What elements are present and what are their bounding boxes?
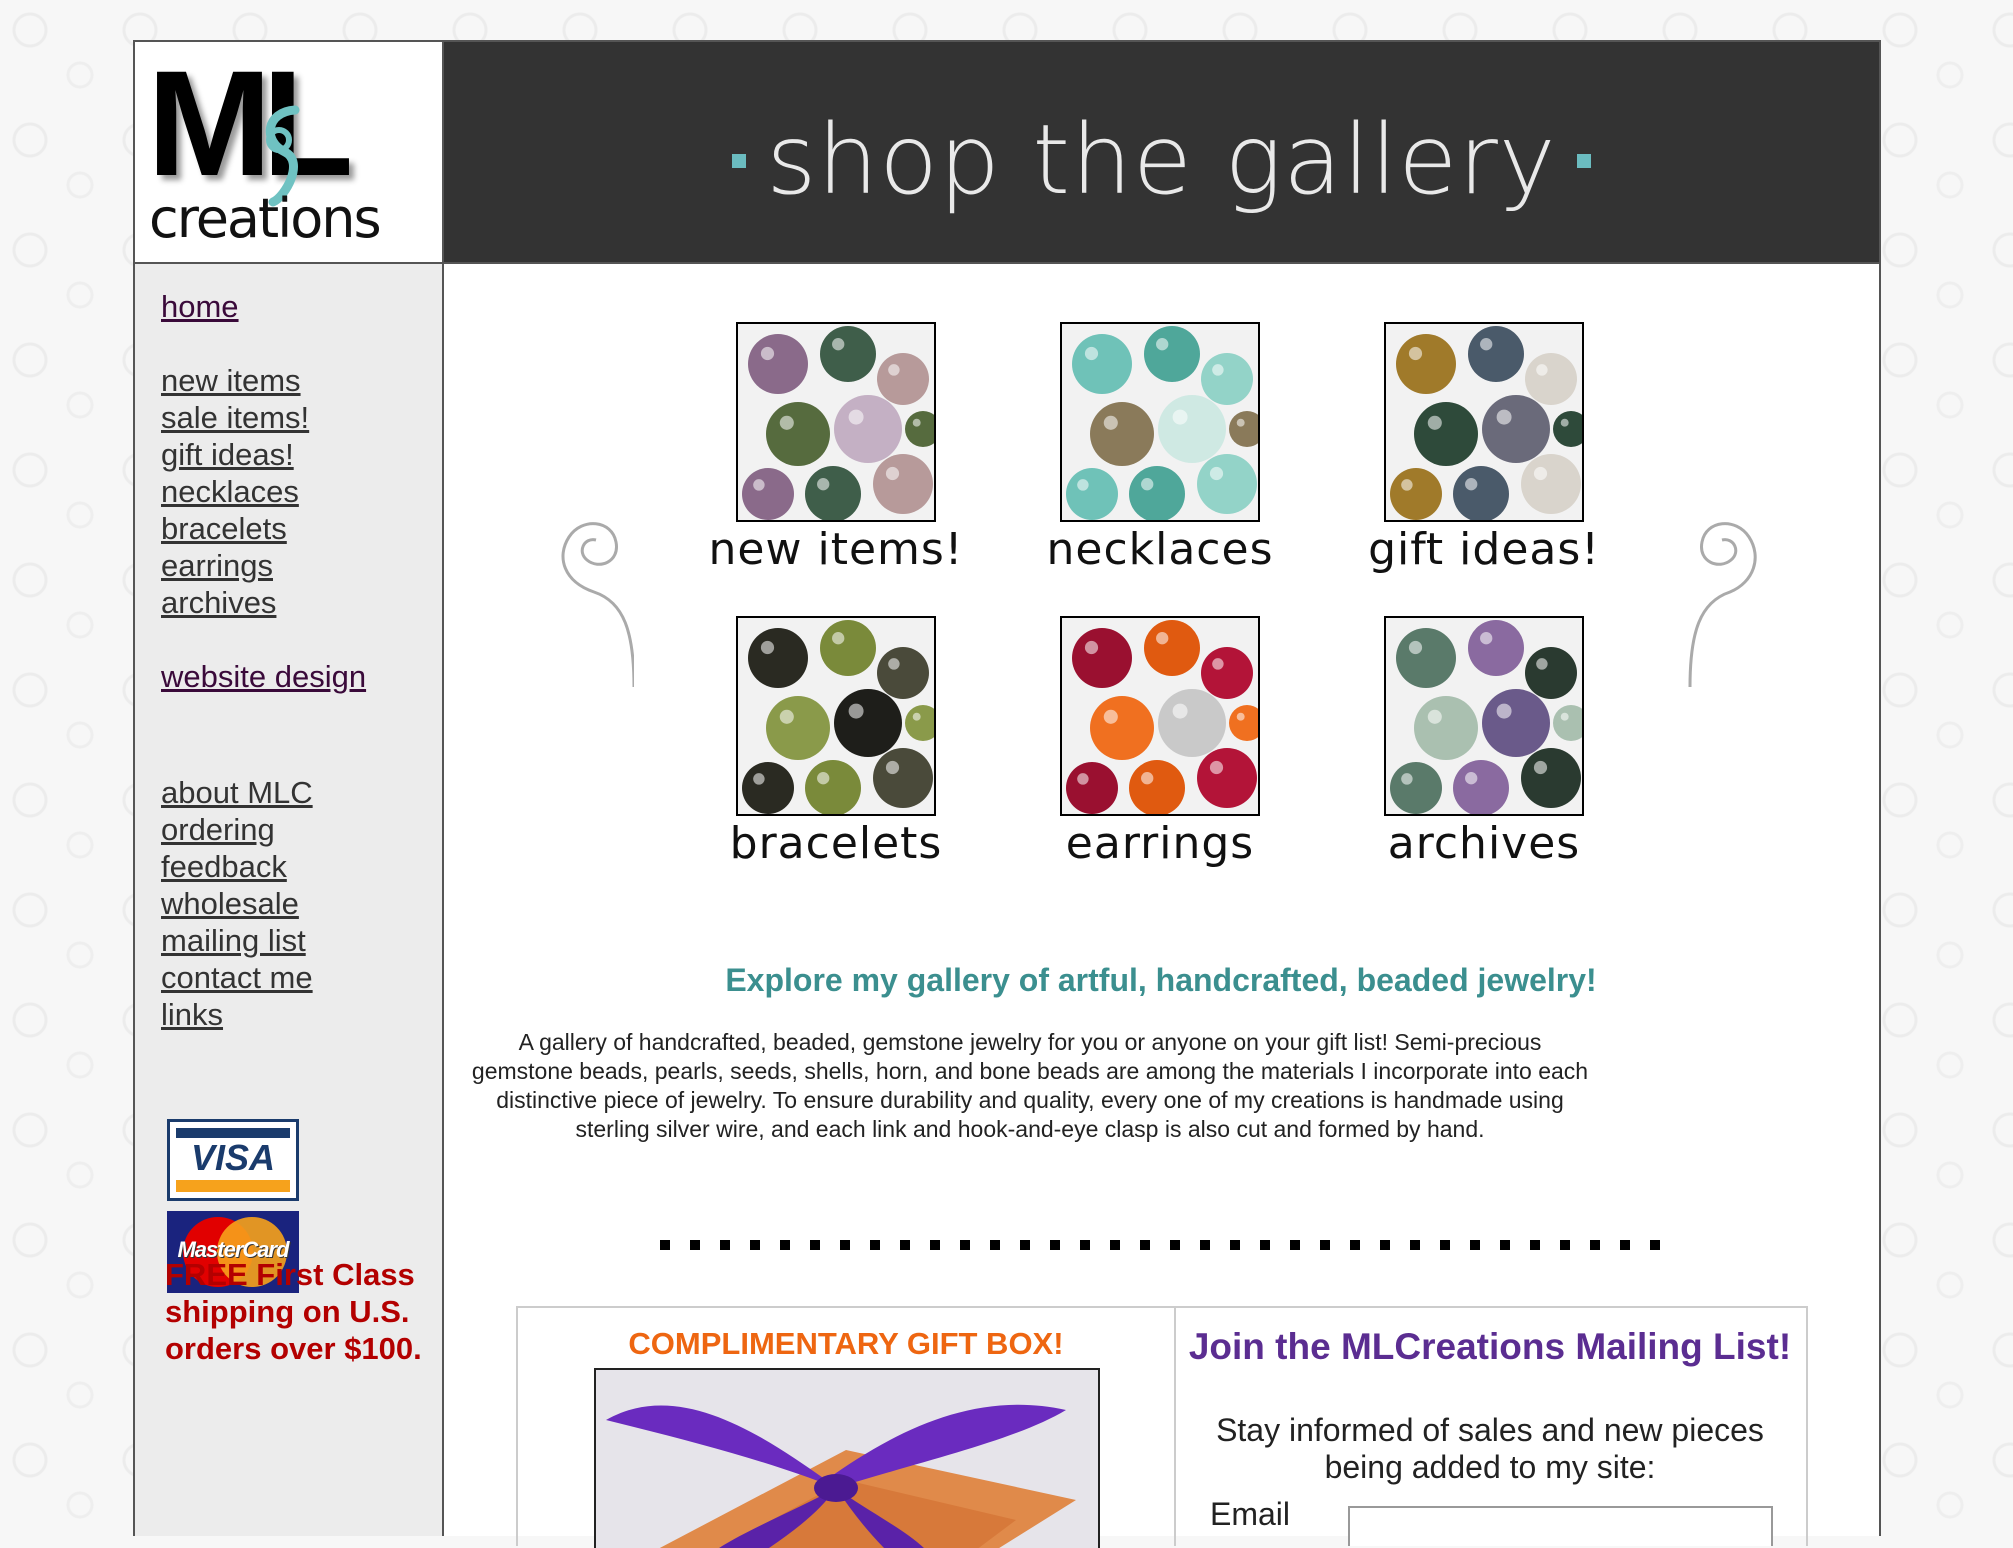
visa-card-icon: VISA bbox=[167, 1119, 299, 1201]
gift-box-section: COMPLIMENTARY GIFT BOX! bbox=[518, 1308, 1176, 1548]
sidebar-link-wholesale[interactable]: wholesale bbox=[161, 885, 313, 922]
free-shipping-promo: FREE First Class shipping on U.S. orders… bbox=[165, 1257, 422, 1366]
sidebar-link-new-items[interactable]: new items bbox=[161, 362, 309, 399]
gallery-thumb-new-items[interactable] bbox=[736, 322, 936, 522]
logo-subtitle: creations bbox=[149, 187, 382, 250]
gallery-item-archives[interactable]: archives bbox=[1344, 616, 1624, 866]
gallery-item-gift-ideas[interactable]: gift ideas! bbox=[1344, 322, 1624, 572]
promo-panel: COMPLIMENTARY GIFT BOX! Join the MLCreat… bbox=[516, 1306, 1808, 1548]
gallery-caption-earrings[interactable]: earrings bbox=[1020, 822, 1300, 866]
mailing-list-section: Join the MLCreations Mailing List! Stay … bbox=[1174, 1308, 1806, 1546]
sidebar-link-gift-ideas[interactable]: gift ideas! bbox=[161, 436, 309, 473]
banner-title-text: shop the gallery bbox=[766, 104, 1557, 216]
bullet-icon bbox=[1576, 153, 1591, 168]
gallery-item-earrings[interactable]: earrings bbox=[1020, 616, 1300, 866]
sidebar-link-mailing-list[interactable]: mailing list bbox=[161, 922, 313, 959]
nav-group-info: about MLC ordering feedback wholesale mailin… bbox=[161, 774, 313, 1033]
banner-title: shop the gallery bbox=[444, 112, 1879, 208]
gallery-caption-archives[interactable]: archives bbox=[1344, 822, 1624, 866]
sidebar-link-contact-me[interactable]: contact me bbox=[161, 959, 313, 996]
gallery-caption-necklaces[interactable]: necklaces bbox=[1020, 528, 1300, 572]
sidebar-link-website-design[interactable]: website design bbox=[161, 658, 366, 695]
sidebar-link-bracelets[interactable]: bracelets bbox=[161, 510, 309, 547]
visa-label: VISA bbox=[190, 1137, 276, 1178]
sidebar-link-feedback[interactable]: feedback bbox=[161, 848, 313, 885]
gallery-thumb-necklaces[interactable] bbox=[1060, 322, 1260, 522]
gallery-intro: A gallery of handcrafted, beaded, gemsto… bbox=[471, 1029, 1589, 1142]
swirl-right-icon bbox=[1688, 522, 1757, 688]
nav-group-shop: new items sale items! gift ideas! necklaces… bbox=[161, 362, 309, 621]
email-input[interactable] bbox=[1348, 1506, 1773, 1546]
gift-box-photo bbox=[594, 1368, 1100, 1548]
sidebar-link-sale-items[interactable]: sale items! bbox=[161, 399, 309, 436]
gallery-item-necklaces[interactable]: necklaces bbox=[1020, 322, 1300, 572]
sidebar-link-ordering[interactable]: ordering bbox=[161, 811, 313, 848]
dotted-divider bbox=[660, 1240, 1660, 1250]
nav-group-design: website design bbox=[161, 658, 366, 695]
gallery-headline: Explore my gallery of artful, handcrafte… bbox=[725, 962, 1597, 998]
gallery-item-bracelets[interactable]: bracelets bbox=[696, 616, 976, 866]
gallery-thumb-archives[interactable] bbox=[1384, 616, 1584, 816]
sidebar-link-home[interactable]: home bbox=[161, 288, 239, 325]
site-logo[interactable]: ML creations bbox=[135, 42, 444, 264]
nav-group-home: home bbox=[161, 288, 239, 325]
sidebar-link-links[interactable]: links bbox=[161, 996, 313, 1033]
sidebar-link-earrings[interactable]: earrings bbox=[161, 547, 309, 584]
mailing-list-title: Join the MLCreations Mailing List! bbox=[1188, 1326, 1792, 1367]
gallery-caption-new-items[interactable]: new items! bbox=[696, 528, 976, 572]
bullet-icon bbox=[732, 153, 747, 168]
gallery-thumb-bracelets[interactable] bbox=[736, 616, 936, 816]
gallery-caption-gift-ideas[interactable]: gift ideas! bbox=[1344, 528, 1624, 572]
gallery-caption-bracelets[interactable]: bracelets bbox=[696, 822, 976, 866]
sidebar-link-archives[interactable]: archives bbox=[161, 584, 309, 621]
gallery-thumb-earrings[interactable] bbox=[1060, 616, 1260, 816]
header-banner: shop the gallery bbox=[444, 42, 1879, 264]
gallery-thumb-gift-ideas[interactable] bbox=[1384, 322, 1584, 522]
email-label: Email bbox=[1210, 1496, 1291, 1532]
mailing-list-subtitle: Stay informed of sales and new pieces be… bbox=[1216, 1412, 1764, 1485]
swirl-left-icon bbox=[561, 522, 634, 688]
sidebar-link-about-mlc[interactable]: about MLC bbox=[161, 774, 313, 811]
sidebar-link-necklaces[interactable]: necklaces bbox=[161, 473, 309, 510]
gift-box-title: COMPLIMENTARY GIFT BOX! bbox=[628, 1326, 1064, 1361]
gallery-item-new-items[interactable]: new items! bbox=[696, 322, 976, 572]
